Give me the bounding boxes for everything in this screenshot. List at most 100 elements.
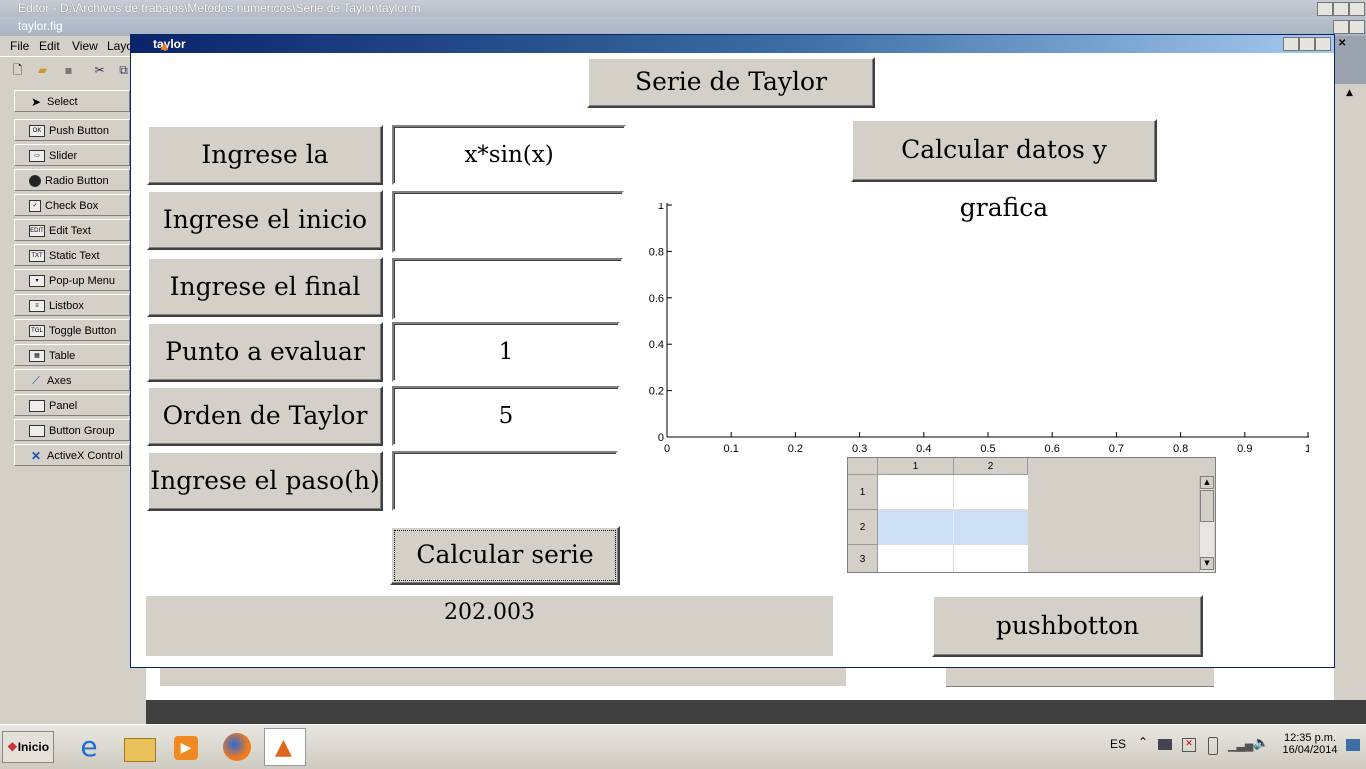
cut-icon[interactable]: ✂ (92, 63, 107, 78)
table-row-header[interactable]: 1 (848, 475, 878, 510)
show-hidden-icons-icon[interactable]: ⌃ (1138, 735, 1148, 749)
table-column-header[interactable]: 2 (954, 458, 1028, 475)
static-text-icon: TXT (29, 250, 45, 263)
table-cell-divider (953, 510, 954, 545)
table-column-header[interactable]: 1 (878, 458, 954, 475)
guide-restore-button[interactable]: ▭ (1333, 20, 1361, 34)
pushbotton-button[interactable]: pushbotton (932, 595, 1203, 657)
paso-input[interactable] (392, 451, 618, 511)
new-file-icon[interactable]: 🗋 (10, 63, 25, 78)
network-icon[interactable] (1158, 739, 1172, 750)
palette-radio-button[interactable]: Radio Button (14, 169, 130, 191)
taskbar: ❖Inicio e ▶ ▲ ES ⌃ ✕ ▁▃▅ 🔈 12:35 p.m. 16… (0, 724, 1366, 769)
figure-close-button[interactable]: ✕ (1315, 37, 1346, 51)
table-row[interactable] (878, 510, 1028, 545)
editor-close-button[interactable]: ✕ (1349, 2, 1365, 16)
table-row-header[interactable]: 2 (848, 510, 878, 545)
palette-activex-control[interactable]: ✕ ActiveX Control (14, 444, 130, 466)
palette-select[interactable]: ➤ Select (14, 90, 130, 112)
signal-icon[interactable]: ▁▃▅ (1228, 739, 1253, 752)
table-row[interactable] (878, 545, 1028, 572)
scroll-thumb[interactable] (1200, 490, 1214, 522)
x-tick-label: 1 (1305, 443, 1309, 453)
edit-text-icon: EDIT (29, 225, 45, 238)
palette-edit-text[interactable]: EDIT Edit Text (14, 219, 130, 241)
editor-minimize-button[interactable]: _ (1317, 2, 1342, 16)
editor-title-bar: Editor - D:\Archivos de trabajos\Metodos… (0, 0, 1366, 17)
palette-popup-menu[interactable]: ▾ Pop-up Menu (14, 269, 130, 291)
result-display: 202.003 (146, 596, 833, 656)
start-button[interactable]: ❖Inicio (2, 731, 54, 763)
cursor-arrow-icon: ➤ (30, 95, 42, 110)
label-orden[interactable]: Orden de Taylor (147, 386, 383, 446)
firefox-icon[interactable] (216, 728, 258, 766)
label-punto[interactable]: Punto a evaluar (147, 322, 383, 382)
radio-button-icon (29, 175, 41, 188)
table-scrollbar[interactable]: ▲ ▼ (1199, 476, 1214, 572)
serie-de-taylor-button[interactable]: Serie de Taylor (587, 57, 875, 108)
calcular-datos-button[interactable]: Calcular datos y grafica (851, 119, 1157, 222)
push-button-icon: OK (29, 125, 45, 138)
editor-restore-button[interactable]: ▭ (1333, 2, 1361, 16)
clock[interactable]: 12:35 p.m. 16/04/2014 (1280, 732, 1340, 756)
editor-title: Editor - D:\Archivos de trabajos\Metodos… (18, 1, 421, 15)
media-player-icon[interactable]: ▶ (166, 728, 208, 766)
guide-menubar: File Edit View Layo (0, 36, 140, 56)
palette-check-box[interactable]: ✓ Check Box (14, 194, 130, 216)
x-tick-label: 0.5 (980, 443, 995, 453)
figure-minimize-button[interactable]: _ (1283, 37, 1312, 51)
palette-toggle-button[interactable]: TGL Toggle Button (14, 319, 130, 341)
palette-listbox[interactable]: ≡ Listbox (14, 294, 130, 316)
scroll-down-icon[interactable]: ▼ (1200, 557, 1214, 570)
x-tick-label: 0.1 (724, 443, 739, 453)
label-ecuacion[interactable]: Ingrese la ecuación (147, 125, 383, 225)
label-paso[interactable]: Ingrese el paso(h) (147, 451, 383, 511)
guide-scrollbar[interactable]: ▲ (1334, 84, 1366, 724)
y-tick-label: 0.8 (649, 246, 664, 258)
panel-icon (29, 400, 45, 413)
save-icon[interactable]: ▪ (61, 63, 76, 78)
menu-view[interactable]: View (72, 39, 98, 53)
volume-icon[interactable]: 🔈 (1253, 736, 1269, 751)
inicio-input[interactable] (392, 191, 624, 253)
palette-button-group[interactable]: Button Group (14, 419, 130, 441)
label-final[interactable]: Ingrese el final (147, 257, 383, 317)
palette-push-button[interactable]: OK Push Button (14, 119, 130, 141)
x-tick-label: 0.7 (1109, 443, 1124, 453)
table-cell-divider (953, 545, 954, 572)
battery-icon[interactable] (1208, 737, 1218, 755)
y-tick-label: 0 (658, 432, 664, 444)
open-folder-icon[interactable]: ▰ (35, 63, 50, 78)
action-center-icon[interactable]: ✕ (1182, 738, 1196, 752)
table-row[interactable] (878, 475, 1028, 510)
label-inicio[interactable]: Ingrese el inicio (147, 190, 383, 250)
ecuacion-input[interactable]: x*sin(x) (392, 125, 626, 185)
palette-panel[interactable]: Panel (14, 394, 130, 416)
copy-icon[interactable]: ⧉ (116, 63, 131, 78)
menu-edit[interactable]: Edit (39, 39, 60, 53)
matlab-taskbar-icon[interactable]: ▲ (264, 728, 306, 766)
internet-explorer-icon[interactable]: e (68, 728, 110, 766)
language-indicator[interactable]: ES (1110, 737, 1126, 751)
palette-table[interactable]: ▦ Table (14, 344, 130, 366)
punto-input[interactable]: 1 (392, 322, 620, 382)
table-row-header[interactable]: 3 (848, 545, 878, 572)
palette-slider[interactable]: ▭ Slider (14, 144, 130, 166)
show-desktop-button[interactable] (1346, 739, 1360, 751)
orden-input[interactable]: 5 (392, 386, 620, 446)
scroll-up-icon[interactable]: ▲ (1346, 88, 1353, 98)
x-tick-label: 0.3 (852, 443, 867, 453)
scroll-up-icon[interactable]: ▲ (1200, 476, 1214, 489)
figure-title-bar: ▲ taylor _ □ ✕ (131, 35, 1346, 53)
guide-close-button[interactable]: ✕ (1349, 20, 1365, 34)
figure-maximize-button[interactable]: □ (1299, 37, 1328, 51)
plot-axes[interactable]: 0 0.1 0.2 0.3 0.4 0.5 0.6 0.7 0.8 0.9 1 0 0.2 0.4 0.6… (649, 203, 1309, 453)
calcular-serie-button[interactable]: Calcular serie (390, 526, 620, 585)
menu-file[interactable]: File (10, 39, 29, 53)
file-explorer-icon[interactable] (118, 728, 160, 766)
data-table[interactable]: 1 2 1 2 3 ▲ ▼ (847, 457, 1216, 573)
palette-static-text[interactable]: TXT Static Text (14, 244, 130, 266)
final-input[interactable] (392, 258, 623, 320)
slider-icon: ▭ (29, 150, 45, 163)
palette-axes[interactable]: ⟋ Axes (14, 369, 130, 391)
